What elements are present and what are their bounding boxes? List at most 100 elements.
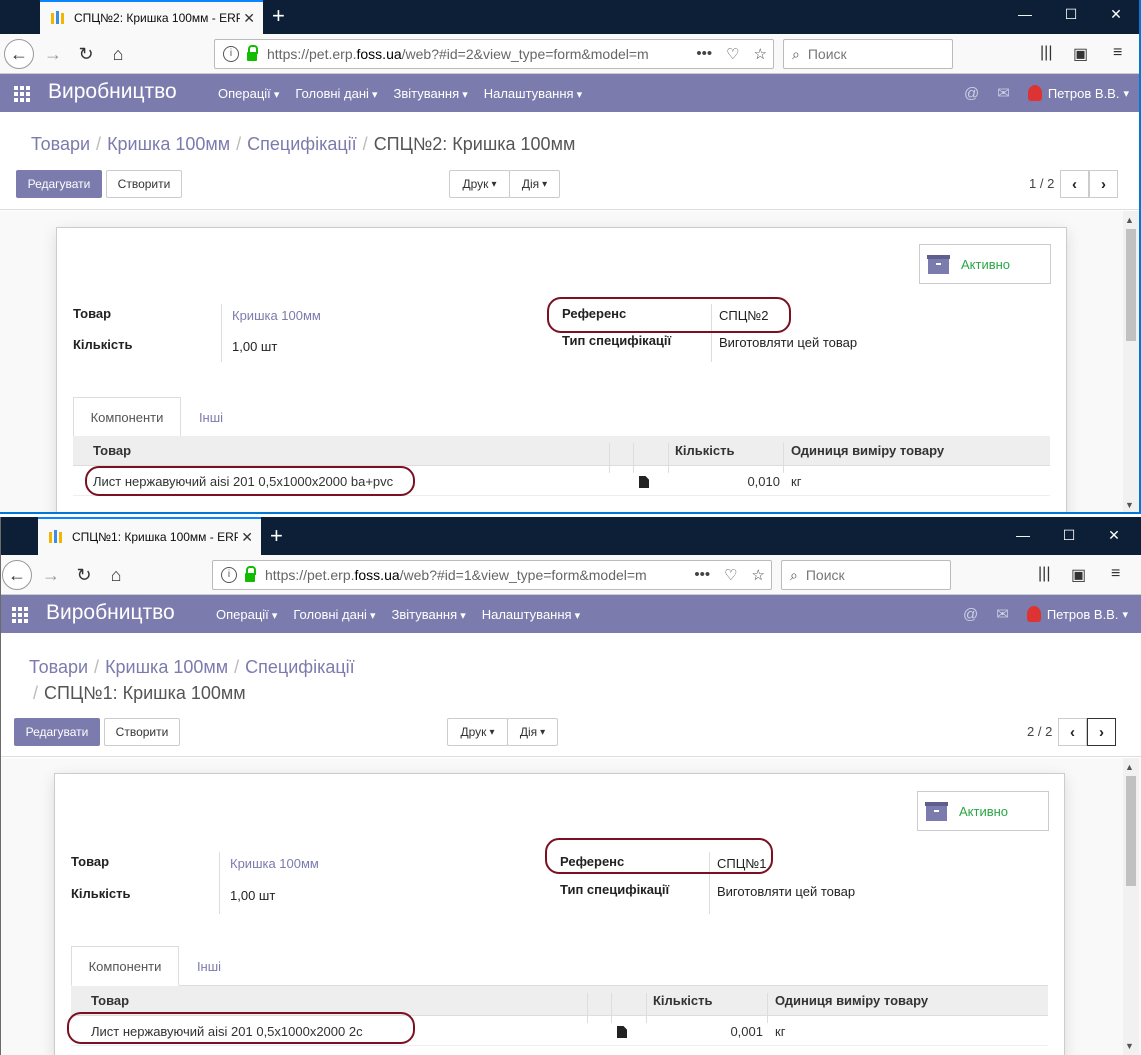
minimize-icon[interactable]: —	[1015, 6, 1035, 22]
pocket-icon[interactable]: ♡	[724, 566, 737, 584]
info-icon[interactable]: i	[223, 46, 239, 62]
column-uom[interactable]: Одиниця виміру товару	[775, 993, 928, 1008]
action-dropdown[interactable]: Дія	[509, 170, 560, 198]
create-button[interactable]: Створити	[106, 170, 182, 198]
column-quantity[interactable]: Кількість	[675, 443, 735, 458]
breadcrumb-bom[interactable]: Специфікації	[247, 134, 357, 154]
breadcrumb-product[interactable]: Кришка 100мм	[105, 657, 228, 677]
chat-icon[interactable]: ✉	[997, 84, 1010, 102]
bookmark-star-icon[interactable]: ☆	[754, 45, 767, 63]
close-window-icon[interactable]: ✕	[1104, 527, 1124, 544]
url-bar[interactable]: i https://pet.erp.foss.ua/web?#id=1&view…	[212, 560, 772, 590]
reload-icon[interactable]: ↻	[69, 560, 99, 590]
print-dropdown[interactable]: Друк	[449, 170, 510, 198]
search-input[interactable]: ⌕ Поиск	[781, 560, 951, 590]
menu-settings[interactable]: Налаштування	[482, 607, 580, 622]
column-product[interactable]: Товар	[91, 993, 129, 1008]
mention-icon[interactable]: @	[964, 85, 979, 102]
document-icon[interactable]	[617, 1026, 627, 1038]
back-icon[interactable]: ←	[2, 560, 32, 590]
user-menu[interactable]: Петров В.В.	[1047, 607, 1119, 622]
chevron-right-icon[interactable]: ›	[1087, 718, 1116, 746]
info-icon[interactable]: i	[221, 567, 237, 583]
menu-operations[interactable]: Операції	[216, 607, 277, 622]
chevron-left-icon[interactable]: ‹	[1060, 170, 1089, 198]
hamburger-icon[interactable]: ≡	[1113, 44, 1122, 62]
search-input[interactable]: ⌕ Поиск	[783, 39, 953, 69]
reload-icon[interactable]: ↻	[71, 39, 101, 69]
menu-operations[interactable]: Операції	[218, 86, 279, 101]
menu-master-data[interactable]: Головні дані	[295, 86, 377, 101]
active-toggle-button[interactable]: Активно	[919, 244, 1051, 284]
archive-icon	[927, 254, 950, 274]
sidebar-icon[interactable]: ▣	[1073, 44, 1088, 64]
close-tab-icon[interactable]: ✕	[243, 10, 255, 27]
tab-components[interactable]: Компоненти	[73, 397, 181, 437]
menu-reporting[interactable]: Звітування	[392, 607, 466, 622]
close-tab-icon[interactable]: ✕	[241, 529, 253, 546]
column-quantity[interactable]: Кількість	[653, 993, 713, 1008]
chat-icon[interactable]: ✉	[996, 605, 1009, 623]
maximize-icon[interactable]: ☐	[1059, 527, 1079, 544]
pocket-icon[interactable]: ♡	[726, 45, 739, 63]
action-dropdown[interactable]: Дія	[507, 718, 558, 746]
tab-title: СПЦ№1: Кришка 100мм - ERP	[72, 530, 238, 544]
breadcrumb-products[interactable]: Товари	[29, 657, 88, 677]
bom-type-field: Виготовляти цей товар	[719, 335, 858, 350]
new-tab-icon[interactable]: +	[272, 4, 285, 28]
column-uom[interactable]: Одиниця виміру товару	[791, 443, 944, 458]
tab-other[interactable]: Інші	[181, 397, 241, 437]
breadcrumb-bom[interactable]: Специфікації	[245, 657, 355, 677]
row-quantity: 0,010	[747, 474, 780, 489]
url-bar[interactable]: i https://pet.erp.foss.ua/web?#id=2&view…	[214, 39, 774, 69]
browser-tab[interactable]: СПЦ№1: Кришка 100мм - ERP ✕	[38, 517, 261, 555]
scrollbar[interactable]: ▲ ▼	[1123, 211, 1139, 512]
scrollbar[interactable]: ▲ ▼	[1123, 758, 1139, 1055]
bookmark-star-icon[interactable]: ☆	[752, 566, 765, 584]
breadcrumb-current: СПЦ№1: Кришка 100мм	[44, 683, 246, 703]
sidebar-icon[interactable]: ▣	[1071, 565, 1086, 585]
more-icon[interactable]: •••	[696, 45, 712, 63]
product-field[interactable]: Кришка 100мм	[230, 856, 319, 871]
browser-tab[interactable]: СПЦ№2: Кришка 100мм - ERP ✕	[40, 0, 263, 34]
back-icon[interactable]: ←	[4, 39, 34, 69]
home-icon[interactable]: ⌂	[103, 39, 133, 69]
tab-components[interactable]: Компоненти	[71, 946, 179, 986]
tab-other[interactable]: Інші	[179, 946, 239, 986]
search-icon: ⌕	[792, 45, 800, 62]
library-icon[interactable]: |||	[1040, 44, 1052, 62]
edit-button[interactable]: Редагувати	[16, 170, 102, 198]
bom-type-label: Тип специфікації	[562, 333, 672, 348]
active-toggle-button[interactable]: Активно	[917, 791, 1049, 831]
hamburger-icon[interactable]: ≡	[1111, 565, 1120, 583]
print-dropdown[interactable]: Друк	[447, 718, 508, 746]
user-menu[interactable]: Петров В.В.	[1048, 86, 1120, 101]
nav-bar: ← → ↻ ⌂ i https://pet.erp.foss.ua/web?#i…	[1, 555, 1141, 595]
mention-icon[interactable]: @	[963, 606, 978, 623]
column-product[interactable]: Товар	[93, 443, 131, 458]
breadcrumb-products[interactable]: Товари	[31, 134, 90, 154]
product-field[interactable]: Кришка 100мм	[232, 308, 321, 323]
menu-settings[interactable]: Налаштування	[484, 86, 582, 101]
forward-icon[interactable]: →	[36, 560, 66, 590]
menu-master-data[interactable]: Головні дані	[293, 607, 375, 622]
favicon-icon	[48, 529, 64, 545]
breadcrumb-product[interactable]: Кришка 100мм	[107, 134, 230, 154]
chevron-left-icon[interactable]: ‹	[1058, 718, 1087, 746]
more-icon[interactable]: •••	[694, 566, 710, 584]
home-icon[interactable]: ⌂	[101, 560, 131, 590]
minimize-icon[interactable]: —	[1013, 527, 1033, 543]
document-icon[interactable]	[639, 476, 649, 488]
maximize-icon[interactable]: ☐	[1061, 6, 1081, 23]
edit-button[interactable]: Редагувати	[14, 718, 100, 746]
close-window-icon[interactable]: ✕	[1106, 6, 1126, 23]
create-button[interactable]: Створити	[104, 718, 180, 746]
apps-grid-icon[interactable]	[14, 86, 30, 102]
new-tab-icon[interactable]: +	[270, 524, 283, 548]
forward-icon[interactable]: →	[38, 39, 68, 69]
chevron-right-icon[interactable]: ›	[1089, 170, 1118, 198]
main-menu: Операції Головні дані Звітування Налашту…	[218, 86, 598, 101]
library-icon[interactable]: |||	[1038, 565, 1050, 583]
menu-reporting[interactable]: Звітування	[394, 86, 468, 101]
apps-grid-icon[interactable]	[12, 607, 28, 623]
